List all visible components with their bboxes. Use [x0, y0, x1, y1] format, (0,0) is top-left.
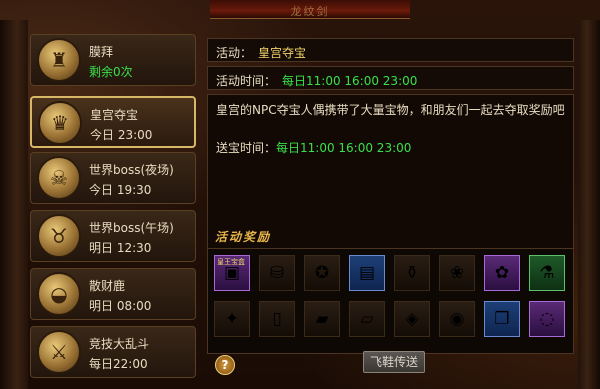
description-text: 皇宫的NPC夺宝人偶携带了大量宝物，和朋友们一起去夺取奖励吧 — [216, 103, 565, 117]
crossed-swords-icon: ⚔ — [37, 330, 81, 374]
gold-bar-icon[interactable]: ▰ — [304, 301, 340, 337]
send-time-line: 送宝时间：每日11:00 16:00 23:00 — [216, 139, 411, 156]
right-border-decoration — [578, 20, 600, 389]
time-label: 活动时间： — [216, 74, 277, 88]
event-item-arena-brawl[interactable]: ⚔ 竞技大乱斗 每日22:00 — [30, 326, 196, 378]
event-name: 皇宫夺宝 — [90, 108, 139, 122]
send-time-value: 每日11:00 16:00 23:00 — [276, 141, 412, 155]
title-banner: 龙纹剑 — [210, 0, 410, 19]
event-item-worship[interactable]: ♜ 膜拜 剩余0次 — [30, 34, 196, 86]
potion-bottle-icon[interactable]: ⚱ — [394, 255, 430, 291]
event-time: 今日 19:30 — [89, 183, 152, 197]
green-potion-icon[interactable]: ⚗ — [529, 255, 565, 291]
treasure-bag-icon: ♛ — [38, 101, 82, 145]
gift-box-icon[interactable]: ◈ — [394, 301, 430, 337]
activity-row: 活动： 皇宫夺宝 — [207, 38, 574, 62]
help-button[interactable]: ? — [215, 355, 235, 375]
activity-label: 活动： — [216, 46, 253, 60]
window-title: 龙纹剑 — [290, 5, 330, 18]
event-list: ♜ 膜拜 剩余0次 ♛ 皇宫夺宝 今日 23:00 ☠ 世界boss(夜场) 今… — [30, 34, 198, 386]
event-name: 竞技大乱斗 — [89, 337, 150, 351]
event-item-world-boss-noon[interactable]: ♉ 世界boss(午场) 明日 12:30 — [30, 210, 196, 262]
purple-ring-icon[interactable]: ◌ — [529, 301, 565, 337]
event-item-palace-treasure[interactable]: ♛ 皇宫夺宝 今日 23:00 — [30, 96, 196, 148]
event-time: 剩余0次 — [89, 65, 133, 79]
event-detail-panel: 活动： 皇宫夺宝 活动时间： 每日11:00 16:00 23:00 皇宫的NP… — [207, 34, 574, 384]
event-name: 世界boss(夜场) — [89, 163, 174, 177]
red-envelope-icon[interactable]: ▯ — [259, 301, 295, 337]
left-border-decoration — [0, 20, 28, 389]
demon-head-icon: ☠ — [37, 156, 81, 200]
event-name: 散财鹿 — [89, 279, 126, 293]
red-gift-icon[interactable]: ❒ — [484, 301, 520, 337]
chest-icon[interactable]: 皇王宝盒 ▣ — [214, 255, 250, 291]
slot-tag: 皇王宝盒 — [217, 258, 245, 266]
warrior-statue-icon: ♜ — [37, 38, 81, 82]
reward-title: 活动奖励 — [215, 230, 272, 244]
gold-bars-icon[interactable]: ▱ — [349, 301, 385, 337]
event-time: 每日22:00 — [89, 357, 148, 371]
reward-grid: 皇王宝盒 ▣ ⛁ ✪ ▤ ⚱ ❀ ✿ ⚗ ✦ ▯ ▰ ▱ ◈ ◉ ❒ ◌ — [207, 248, 574, 354]
send-time-label: 送宝时间： — [216, 141, 277, 155]
event-time: 今日 23:00 — [90, 128, 153, 142]
skill-book-icon[interactable]: ▤ — [349, 255, 385, 291]
crystal-shard-icon[interactable]: ✦ — [214, 301, 250, 337]
event-item-fortune-deer[interactable]: ◒ 散财鹿 明日 08:00 — [30, 268, 196, 320]
rose-bouquet-icon[interactable]: ❀ — [439, 255, 475, 291]
game-window: 龙纹剑 ♜ 膜拜 剩余0次 ♛ 皇宫夺宝 今日 23:00 ☠ 世界boss(夜… — [0, 0, 600, 389]
horned-beast-icon: ♉ — [37, 214, 81, 258]
event-item-world-boss-night[interactable]: ☠ 世界boss(夜场) 今日 19:30 — [30, 152, 196, 204]
event-time: 明日 08:00 — [89, 299, 152, 313]
pouch-icon[interactable]: ✿ — [484, 255, 520, 291]
teleport-button[interactable]: 飞鞋传送 — [363, 351, 425, 373]
time-value: 每日11:00 16:00 23:00 — [282, 74, 418, 88]
gold-coins-icon[interactable]: ⛁ — [259, 255, 295, 291]
exp-badge-icon[interactable]: ✪ — [304, 255, 340, 291]
activity-value: 皇宫夺宝 — [258, 46, 307, 60]
event-name: 世界boss(午场) — [89, 221, 174, 235]
event-name: 膜拜 — [89, 45, 114, 59]
red-bag-icon[interactable]: ◉ — [439, 301, 475, 337]
gold-ingot-icon: ◒ — [37, 272, 81, 316]
event-time: 明日 12:30 — [89, 241, 152, 255]
time-row: 活动时间： 每日11:00 16:00 23:00 — [207, 66, 574, 90]
